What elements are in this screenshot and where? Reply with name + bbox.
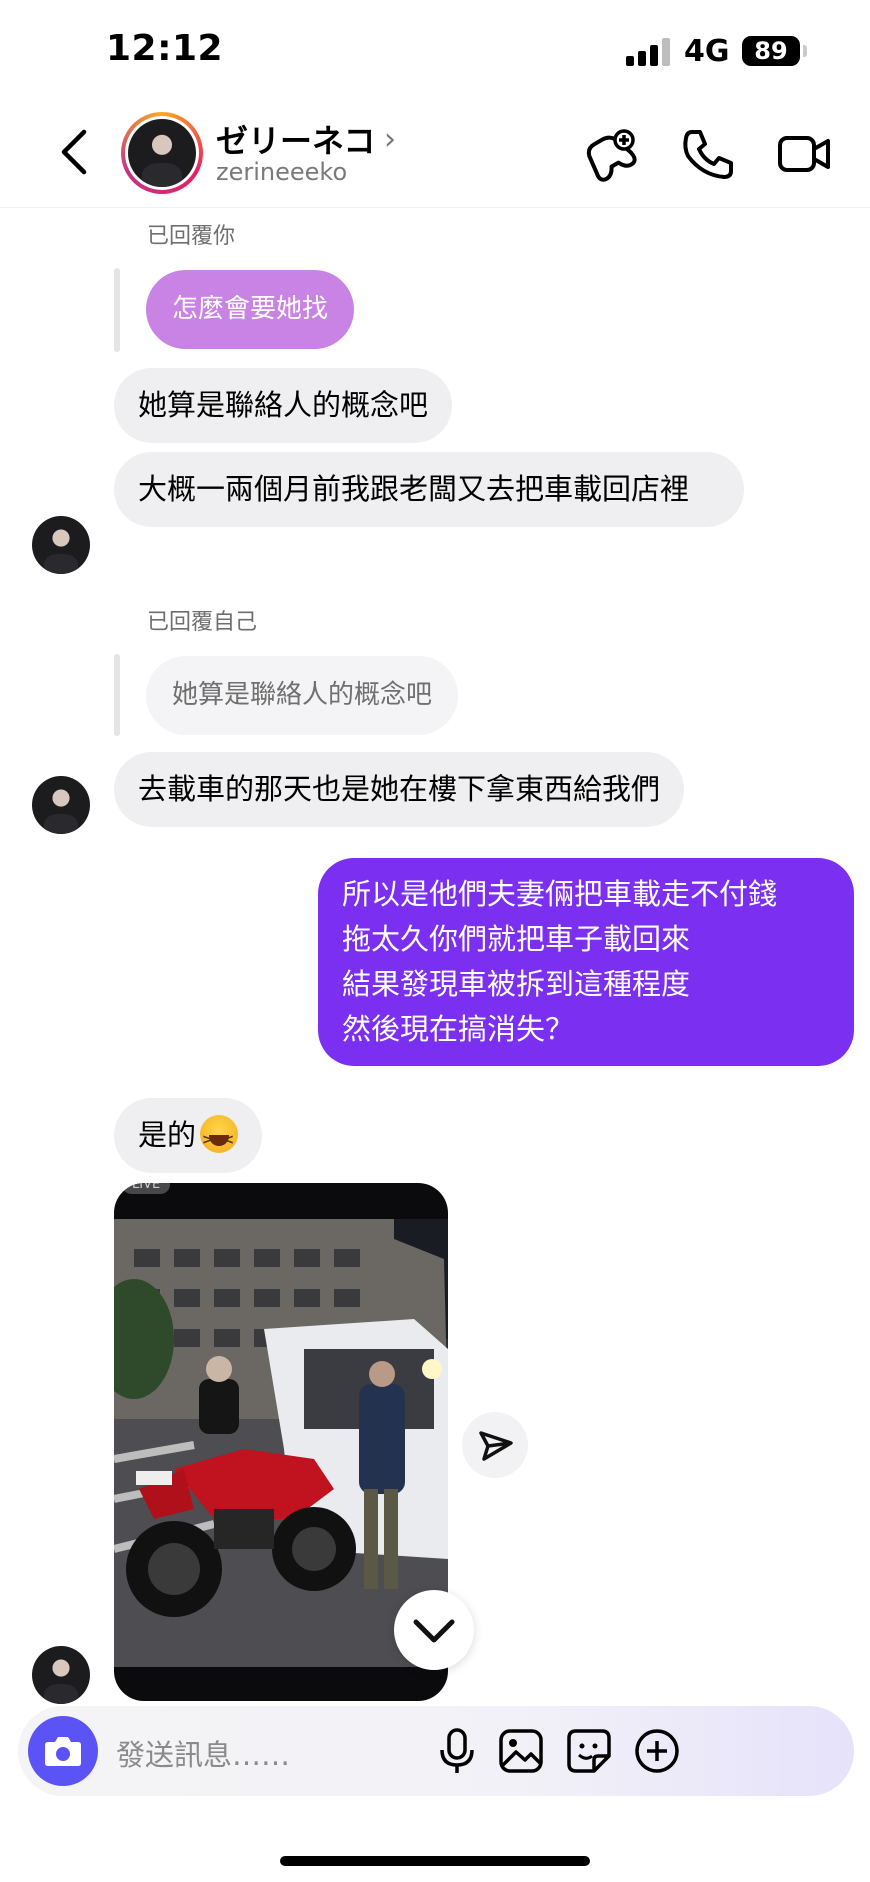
incoming-message[interactable]: 是的	[114, 1098, 263, 1173]
message-input[interactable]: 發送訊息……	[116, 1732, 290, 1774]
sender-avatar[interactable]	[32, 776, 90, 834]
reply-bar	[114, 654, 120, 736]
signal-icon	[626, 38, 672, 66]
live-badge: LIVE	[122, 1183, 171, 1194]
outgoing-line: 拖太久你們就把車子載回來	[342, 922, 691, 956]
contact-avatar[interactable]	[121, 112, 203, 194]
status-bar: 12:12 4G 89	[0, 0, 870, 100]
incoming-message[interactable]: 去載車的那天也是她在樓下拿東西給我們	[114, 752, 685, 827]
sticker-icon[interactable]	[562, 1724, 616, 1778]
reply-label: 已回覆自己	[147, 610, 258, 635]
share-icon[interactable]	[462, 1412, 528, 1478]
reply-label: 已回覆你	[147, 224, 236, 249]
image-icon[interactable]	[494, 1724, 548, 1778]
chevron-down-icon[interactable]	[394, 1590, 474, 1670]
network-type: 4G	[684, 34, 730, 69]
back-icon[interactable]	[50, 124, 100, 180]
phone-icon[interactable]	[678, 124, 738, 184]
camera-icon[interactable]	[28, 1716, 98, 1786]
status-time: 12:12	[106, 28, 224, 69]
chat-header: ゼリーネコ › zerineeeko	[0, 100, 870, 208]
mic-icon[interactable]	[430, 1724, 484, 1778]
contact-handle[interactable]: zerineeeko	[216, 158, 347, 186]
battery-tip	[803, 45, 807, 57]
incoming-message[interactable]: 她算是聯絡人的概念吧	[114, 368, 453, 443]
home-indicator[interactable]	[280, 1856, 590, 1866]
outgoing-line: 所以是他們夫妻倆把車載走不付錢	[342, 877, 778, 911]
outgoing-line: 結果發現車被拆到這種程度	[342, 967, 691, 1001]
incoming-message[interactable]: 大概一兩個月前我跟老闆又去把車載回店裡	[114, 452, 744, 527]
battery-icon: 89	[742, 36, 800, 66]
laughing-emoji-icon	[200, 1115, 239, 1162]
video-icon[interactable]	[774, 124, 834, 184]
chevron-right-icon[interactable]: ›	[384, 122, 396, 157]
contact-name[interactable]: ゼリーネコ	[216, 116, 375, 162]
reply-bar	[114, 268, 120, 352]
message-text: 是的	[138, 1118, 197, 1152]
sender-avatar[interactable]	[32, 1646, 90, 1704]
sender-avatar[interactable]	[32, 516, 90, 574]
games-icon[interactable]	[580, 124, 640, 184]
outgoing-line: 然後現在搞消失？	[342, 1012, 575, 1046]
quoted-message[interactable]: 怎麼會要她找	[146, 270, 355, 349]
quoted-message[interactable]: 她算是聯絡人的概念吧	[146, 656, 459, 735]
outgoing-message[interactable]: 所以是他們夫妻倆把車載走不付錢 拖太久你們就把車子載回來 結果發現車被拆到這種程…	[318, 858, 854, 1066]
plus-icon[interactable]	[630, 1724, 684, 1778]
message-composer: 發送訊息……	[18, 1706, 854, 1796]
